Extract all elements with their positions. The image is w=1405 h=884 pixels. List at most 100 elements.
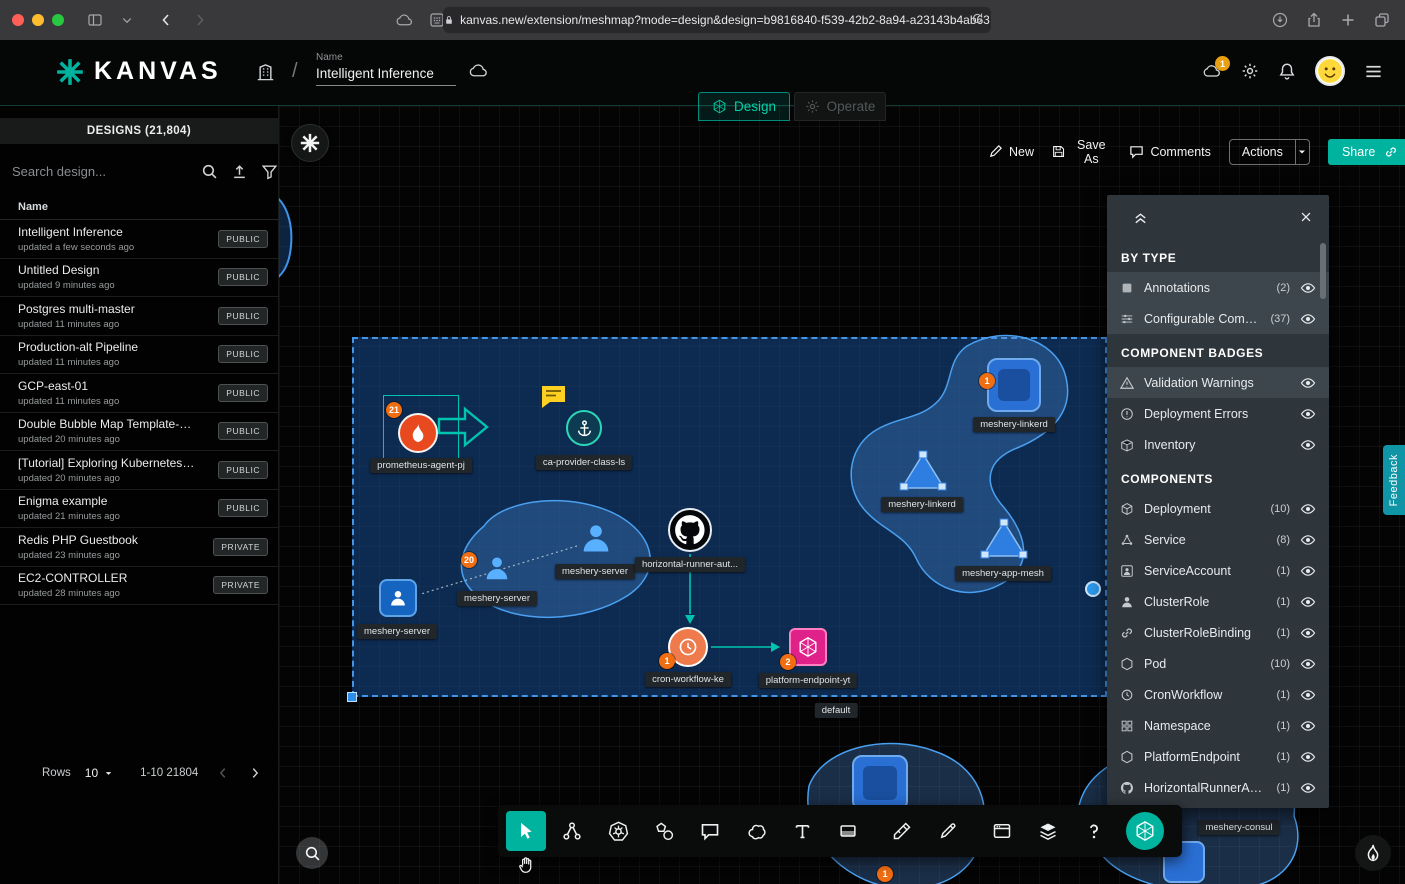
layer-row-validation-warnings[interactable]: Validation Warnings [1107,367,1329,398]
settings-gear-icon[interactable] [1241,62,1259,80]
actions-button[interactable]: Actions [1230,140,1295,164]
sketch-tool[interactable] [736,811,776,851]
node-meshery-server-3[interactable] [379,579,417,617]
meshery-button[interactable] [1126,812,1164,850]
design-list-item[interactable]: Intelligent Inferenceupdated a few secon… [0,220,278,259]
eye-icon[interactable] [1300,749,1316,765]
save-as-button[interactable]: Save As [1052,138,1111,166]
node-meshery-server-2[interactable] [481,552,513,584]
url-bar[interactable]: kanvas.new/extension/meshmap?mode=design… [443,7,991,33]
forward-button[interactable] [192,12,208,28]
connection-status-icon[interactable]: 1 [1202,63,1222,79]
rectangle-tool[interactable] [828,811,868,851]
eye-icon[interactable] [1300,311,1316,327]
design-list-item[interactable]: Redis PHP Guestbookupdated 23 minutes ag… [0,528,278,567]
pencil-ruler-tool[interactable] [882,811,922,851]
layer-row-platformendpoint[interactable]: PlatformEndpoint (1) [1107,741,1329,772]
comment-annotation-icon[interactable] [540,384,567,409]
eye-icon[interactable] [1300,437,1316,453]
connection-port-dot[interactable] [1085,581,1101,597]
node-error-badge[interactable]: 20 [461,552,477,568]
eye-icon[interactable] [1300,594,1316,610]
select-tool[interactable] [506,811,546,851]
user-avatar[interactable] [1315,56,1345,86]
notifications-bell-icon[interactable] [1278,62,1296,80]
flame-button[interactable] [1355,835,1391,871]
tab-operate[interactable]: Operate [794,92,886,121]
node-meshery-linkerd-triangle[interactable] [899,450,947,492]
save-status-cloud-icon[interactable] [468,62,489,79]
node-meshery-linkerd-deployment[interactable] [987,358,1041,412]
comments-button[interactable]: Comments [1129,144,1210,159]
sidebar-toggle-icon[interactable] [87,12,103,28]
annotation-arrow-shape[interactable] [435,405,491,449]
next-page-button[interactable] [248,766,262,780]
chevron-down-icon[interactable] [121,14,133,26]
search-icon[interactable] [201,163,218,180]
kubernetes-tool[interactable] [598,811,638,851]
layer-row-clusterrole[interactable]: ClusterRole (1) [1107,586,1329,617]
layer-row-service[interactable]: Service (8) [1107,524,1329,555]
zoom-button[interactable] [296,837,328,869]
window-close-button[interactable] [12,14,24,26]
share-icon[interactable] [1306,12,1322,28]
design-list-item[interactable]: Double Bubble Map Template-copyupdated 2… [0,413,278,452]
filter-icon[interactable] [261,163,278,180]
new-button[interactable]: New [988,144,1034,159]
eye-icon[interactable] [1300,656,1316,672]
eye-icon[interactable] [1300,625,1316,641]
eye-icon[interactable] [1300,780,1316,796]
layer-row-deployment[interactable]: Deployment (10) [1107,493,1329,524]
eye-icon[interactable] [1300,406,1316,422]
card-view-tool[interactable] [982,811,1022,851]
text-tool[interactable] [782,811,822,851]
node-error-badge[interactable]: 21 [386,402,402,418]
window-minimize-button[interactable] [32,14,44,26]
node-error-badge[interactable]: 2 [780,654,796,670]
selection-resize-handle[interactable] [347,692,357,702]
panel-scrollbar-thumb[interactable] [1320,243,1326,299]
design-list-item[interactable]: GCP-east-01updated 11 minutes ago PUBLIC [0,374,278,413]
eye-icon[interactable] [1300,718,1316,734]
share-button[interactable]: Share [1328,139,1405,165]
layer-row-annotations[interactable]: Annotations (2) [1107,272,1329,303]
new-tab-icon[interactable] [1340,12,1356,28]
organization-icon[interactable] [256,63,275,82]
search-input[interactable] [12,164,188,179]
collapse-panel-icon[interactable] [1133,210,1148,225]
window-zoom-button[interactable] [52,14,64,26]
back-button[interactable] [158,12,174,28]
design-list-item[interactable]: Untitled Designupdated 9 minutes ago PUB… [0,259,278,298]
layer-row-configurable-components[interactable]: Configurable Compon (37) [1107,303,1329,334]
previous-page-button[interactable] [216,766,230,780]
eye-icon[interactable] [1300,375,1316,391]
node-prometheus-agent[interactable] [398,413,438,453]
design-list-item[interactable]: [Tutorial] Exploring Kubernetes Podupdat… [0,451,278,490]
node-horizontal-runner[interactable] [668,508,712,552]
hamburger-menu-icon[interactable] [1364,62,1383,81]
comment-tool[interactable] [690,811,730,851]
close-panel-icon[interactable] [1299,210,1313,224]
tab-overview-icon[interactable] [1374,12,1390,28]
eye-icon[interactable] [1300,563,1316,579]
reload-button[interactable] [971,12,984,25]
design-name-input[interactable] [316,63,456,86]
actions-dropdown-caret[interactable] [1295,140,1309,164]
node-error-badge[interactable]: 1 [877,866,893,882]
eye-icon[interactable] [1300,501,1316,517]
pan-hand-icon[interactable] [506,854,546,876]
layer-row-clusterrolebinding[interactable]: ClusterRoleBinding (1) [1107,617,1329,648]
feedback-tab[interactable]: Feedback [1383,445,1405,515]
kanvas-logo[interactable]: KANVAS [56,57,222,86]
kanvas-snowflake-button[interactable] [291,124,329,162]
layers-tool[interactable] [1028,811,1068,851]
design-list-item[interactable]: EC2-CONTROLLERupdated 28 minutes ago PRI… [0,567,278,606]
node-meshery-app-mesh[interactable] [980,518,1028,560]
node-error-badge[interactable]: 1 [659,653,675,669]
eye-icon[interactable] [1300,687,1316,703]
downloads-icon[interactable] [1272,12,1288,28]
layer-row-inventory[interactable]: Inventory [1107,429,1329,460]
eye-icon[interactable] [1300,280,1316,296]
node-bottom-deployment[interactable] [852,755,908,811]
eye-icon[interactable] [1300,532,1316,548]
